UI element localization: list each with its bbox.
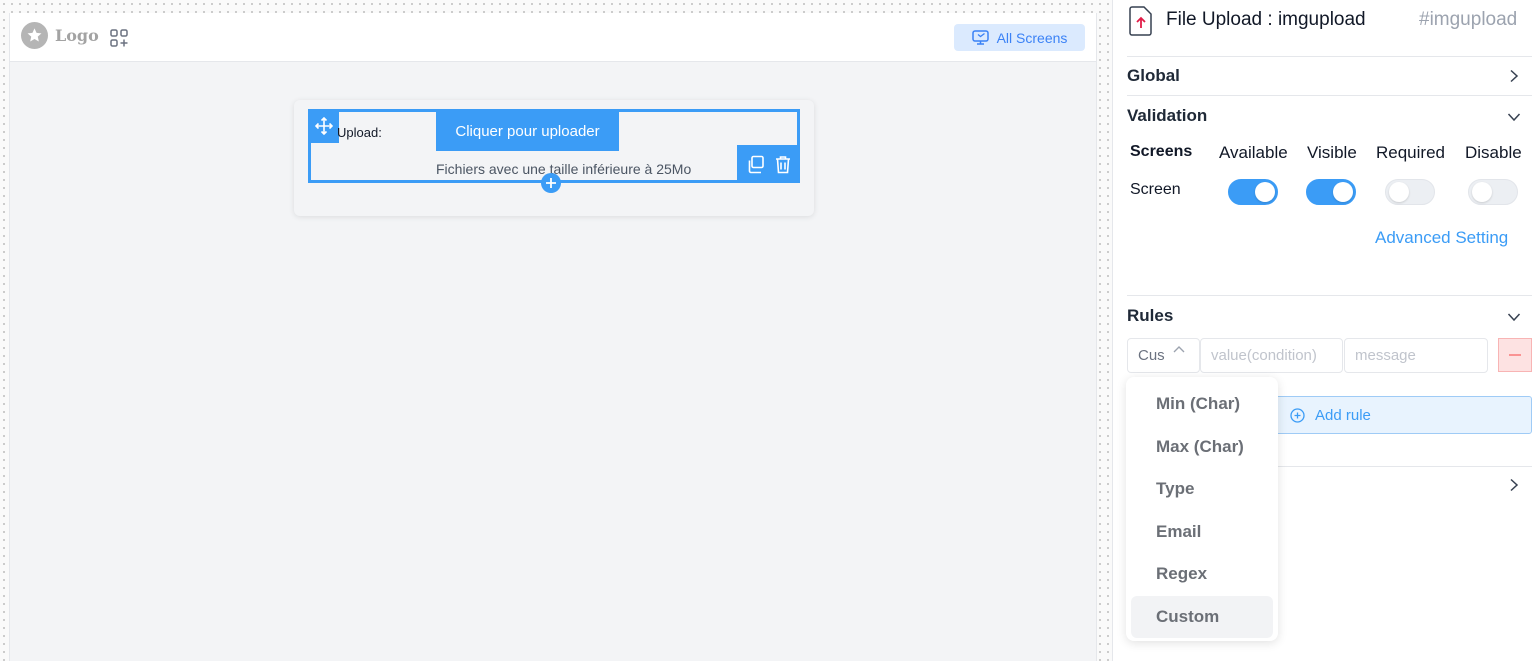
upload-hint-text: Fichiers avec une taille inférieure à 25… (436, 161, 692, 177)
toggle-available[interactable] (1228, 179, 1278, 205)
advanced-setting-link[interactable]: Advanced Setting (1375, 228, 1508, 248)
option-email[interactable]: Email (1131, 511, 1273, 554)
toggle-knob (1472, 182, 1492, 202)
col-disable: Disable (1465, 143, 1522, 162)
screen-frame[interactable]: Logo All Screens Upload: Cliquer pour up… (9, 13, 1097, 661)
chevron-right-icon[interactable] (1507, 478, 1521, 492)
all-screens-button[interactable]: All Screens (954, 24, 1085, 51)
chevron-down-icon[interactable] (1507, 110, 1521, 124)
option-type[interactable]: Type (1131, 468, 1273, 511)
chevron-up-icon (1173, 346, 1185, 353)
all-screens-label: All Screens (996, 29, 1068, 46)
logo-star-icon (21, 22, 48, 49)
rule-type-select[interactable]: Cus (1127, 338, 1200, 373)
remove-rule-button[interactable] (1498, 338, 1532, 372)
divider (1127, 56, 1532, 57)
rule-type-dropdown: Min (Char) Max (Char) Type Email Regex C… (1126, 377, 1278, 641)
copy-icon[interactable] (746, 155, 765, 174)
rule-value-input[interactable] (1200, 338, 1343, 373)
logo-text: Logo (55, 26, 99, 45)
col-screens: Screens (1130, 143, 1193, 160)
toggle-knob (1333, 182, 1353, 202)
section-rules-title[interactable]: Rules (1127, 306, 1173, 326)
add-below-icon[interactable] (541, 173, 561, 193)
screen-row-label: Screen (1130, 181, 1181, 198)
upload-field-label: Upload: (337, 125, 382, 140)
toggle-knob (1255, 182, 1275, 202)
apps-add-icon[interactable] (109, 28, 129, 48)
upload-button[interactable]: Cliquer pour uploader (436, 112, 619, 151)
chevron-down-icon[interactable] (1507, 310, 1521, 324)
panel-title: File Upload : imgupload (1166, 9, 1366, 30)
design-canvas[interactable]: Logo All Screens Upload: Cliquer pour up… (0, 0, 1112, 661)
rule-type-value: Cus (1138, 347, 1165, 364)
preview-topbar: Logo All Screens (10, 13, 1096, 62)
section-validation-title[interactable]: Validation (1127, 106, 1207, 126)
option-min-char[interactable]: Min (Char) (1131, 383, 1273, 426)
divider (1127, 95, 1532, 96)
move-icon[interactable] (308, 109, 339, 143)
add-rule-label: Add rule (1315, 406, 1371, 424)
option-custom[interactable]: Custom (1131, 595, 1273, 638)
component-action-bar (737, 145, 800, 183)
toggle-knob (1389, 182, 1409, 202)
form-card[interactable]: Upload: Cliquer pour uploader Fichiers a… (294, 100, 814, 216)
chevron-right-icon[interactable] (1507, 69, 1521, 83)
plus-circle-icon (1290, 407, 1305, 423)
toggle-required[interactable] (1385, 179, 1435, 205)
section-global-title[interactable]: Global (1127, 66, 1180, 86)
add-rule-button[interactable]: Add rule (1261, 396, 1532, 434)
file-upload-icon (1129, 6, 1152, 36)
file-upload-component[interactable]: Upload: Cliquer pour uploader Fichiers a… (308, 109, 800, 193)
monitor-icon (971, 30, 989, 45)
col-visible: Visible (1307, 143, 1357, 162)
panel-header: File Upload : imgupload #imgupload (1113, 0, 1540, 40)
option-regex[interactable]: Regex (1131, 553, 1273, 596)
divider (1127, 295, 1532, 296)
minus-icon (1509, 354, 1521, 356)
toggle-disable[interactable] (1468, 179, 1518, 205)
option-max-char[interactable]: Max (Char) (1131, 426, 1273, 469)
trash-icon[interactable] (774, 155, 792, 174)
rule-message-input[interactable] (1344, 338, 1488, 373)
col-available: Available (1219, 143, 1288, 162)
toggle-visible[interactable] (1306, 179, 1356, 205)
component-id: #imgupload (1419, 9, 1518, 30)
col-required: Required (1376, 143, 1445, 162)
